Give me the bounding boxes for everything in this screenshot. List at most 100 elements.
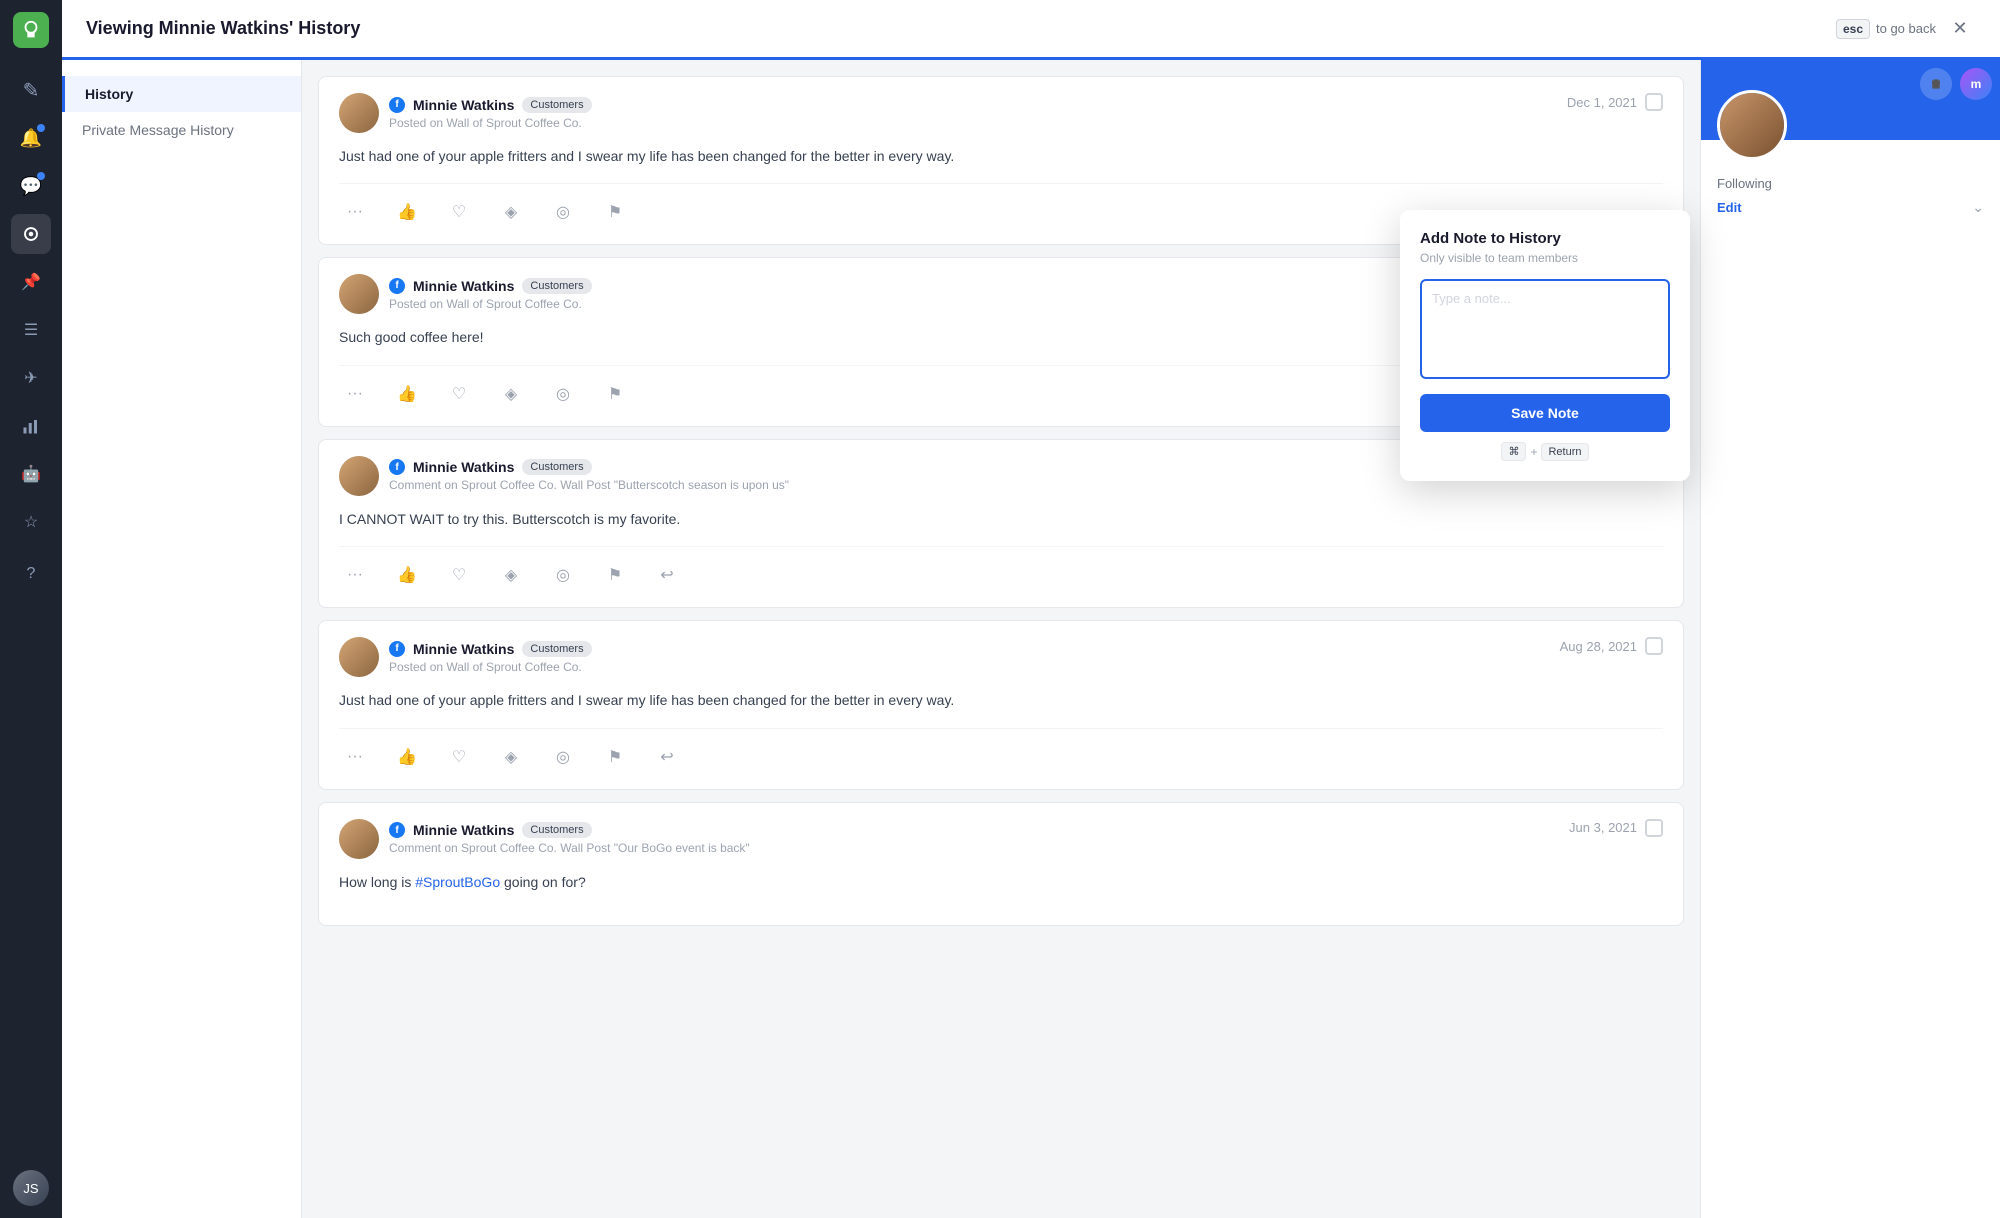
post-author: Minnie Watkins: [413, 278, 514, 294]
tag-button[interactable]: ◈: [495, 196, 527, 228]
post-author: Minnie Watkins: [413, 822, 514, 838]
reply-button[interactable]: ↩: [651, 559, 683, 591]
page-title: Viewing Minnie Watkins' History: [86, 18, 360, 39]
sidebar-item-bot[interactable]: 🤖: [11, 454, 51, 494]
note-textarea[interactable]: [1420, 279, 1670, 379]
check-button[interactable]: ◎: [547, 741, 579, 773]
nav-item-private-message-history[interactable]: Private Message History: [62, 112, 301, 148]
post-body: Just had one of your apple fritters and …: [339, 689, 1663, 711]
sidebar-bottom: JS: [13, 1170, 49, 1206]
sidebar-item-star[interactable]: ☆: [11, 502, 51, 542]
post-avatar: [339, 93, 379, 133]
close-button[interactable]: ✕: [1944, 13, 1976, 45]
tag-button[interactable]: ◈: [495, 378, 527, 410]
like-button[interactable]: 👍: [391, 378, 423, 410]
sidebar-item-send[interactable]: ✈: [11, 358, 51, 398]
post-location: Comment on Sprout Coffee Co. Wall Post "…: [389, 841, 750, 855]
post-checkbox[interactable]: [1645, 93, 1663, 111]
post-meta: f Minnie Watkins Customers Posted on Wal…: [389, 278, 592, 311]
user-avatar[interactable]: JS: [13, 1170, 49, 1206]
post-avatar: [339, 456, 379, 496]
post-date: Aug 28, 2021: [1560, 639, 1637, 654]
analytics-icon: [22, 417, 40, 435]
more-button[interactable]: ···: [339, 196, 371, 228]
post-date: Jun 3, 2021: [1569, 820, 1637, 835]
like-button[interactable]: 👍: [391, 741, 423, 773]
profile-following: Following: [1717, 176, 1984, 191]
facebook-icon: f: [389, 97, 405, 113]
sidebar-item-pin[interactable]: 📌: [11, 262, 51, 302]
post-author: Minnie Watkins: [413, 641, 514, 657]
post-checkbox[interactable]: [1645, 637, 1663, 655]
hashtag-link[interactable]: #SproutBoGo: [415, 874, 500, 890]
flag-button[interactable]: ⚑: [599, 378, 631, 410]
messenger-button[interactable]: m: [1960, 68, 1992, 100]
right-panel: m Following Edit ⌄: [1700, 60, 2000, 1218]
heart-button[interactable]: ♡: [443, 559, 475, 591]
reply-button[interactable]: ↩: [651, 741, 683, 773]
post-checkbox[interactable]: [1645, 819, 1663, 837]
topbar: Viewing Minnie Watkins' History esc to g…: [62, 0, 2000, 60]
sidebar-item-analytics[interactable]: [11, 406, 51, 446]
popup-title: Add Note to History: [1420, 230, 1670, 247]
chevron-down-icon[interactable]: ⌄: [1972, 199, 1984, 216]
post-date-row: Dec 1, 2021: [1567, 93, 1663, 111]
left-nav: History Private Message History: [62, 60, 302, 1218]
flag-button[interactable]: ⚑: [599, 196, 631, 228]
like-button[interactable]: 👍: [391, 559, 423, 591]
more-button[interactable]: ···: [339, 378, 371, 410]
sidebar-item-notifications[interactable]: 🔔: [11, 118, 51, 158]
check-button[interactable]: ◎: [547, 378, 579, 410]
main-area: Viewing Minnie Watkins' History esc to g…: [62, 0, 2000, 1218]
app-logo[interactable]: [13, 12, 49, 48]
like-button[interactable]: 👍: [391, 196, 423, 228]
sidebar-item-inbox[interactable]: [11, 214, 51, 254]
post-card: f Minnie Watkins Customers Posted on Wal…: [318, 620, 1684, 789]
notification-badge: [37, 124, 45, 132]
post-tag: Customers: [522, 278, 591, 294]
post-author: Minnie Watkins: [413, 459, 514, 475]
delete-button[interactable]: [1920, 68, 1952, 100]
post-date: Dec 1, 2021: [1567, 95, 1637, 110]
edit-button[interactable]: Edit: [1717, 200, 1742, 215]
more-button[interactable]: ···: [339, 559, 371, 591]
go-back-text: to go back: [1876, 21, 1936, 36]
nav-item-history[interactable]: History: [62, 76, 301, 112]
heart-button[interactable]: ♡: [443, 741, 475, 773]
check-button[interactable]: ◎: [547, 196, 579, 228]
post-meta: f Minnie Watkins Customers Posted on Wal…: [389, 97, 592, 130]
popup-subtitle: Only visible to team members: [1420, 251, 1670, 265]
sidebar-item-compose[interactable]: ✎: [11, 70, 51, 110]
post-author: Minnie Watkins: [413, 97, 514, 113]
facebook-icon: f: [389, 278, 405, 294]
flag-button[interactable]: ⚑: [599, 741, 631, 773]
save-note-button[interactable]: Save Note: [1420, 394, 1670, 432]
post-date-row: Aug 28, 2021: [1560, 637, 1663, 655]
messages-badge: [37, 172, 45, 180]
profile-banner: m: [1701, 60, 2000, 140]
sprout-icon: [20, 19, 42, 41]
flag-button[interactable]: ⚑: [599, 559, 631, 591]
post-location: Comment on Sprout Coffee Co. Wall Post "…: [389, 478, 789, 492]
post-location: Posted on Wall of Sprout Coffee Co.: [389, 660, 592, 674]
cmd-key: ⌘: [1501, 442, 1526, 461]
profile-panel-actions: m: [1920, 68, 1992, 100]
tag-button[interactable]: ◈: [495, 559, 527, 591]
facebook-icon: f: [389, 822, 405, 838]
post-card: f Minnie Watkins Customers Comment on Sp…: [318, 802, 1684, 926]
inbox-icon: [22, 225, 40, 243]
post-avatar: [339, 637, 379, 677]
post-body: I CANNOT WAIT to try this. Butterscotch …: [339, 508, 1663, 530]
sidebar-item-help[interactable]: ?: [11, 554, 51, 594]
check-button[interactable]: ◎: [547, 559, 579, 591]
sidebar-item-list[interactable]: ☰: [11, 310, 51, 350]
post-body: How long is #SproutBoGo going on for?: [339, 871, 1663, 893]
heart-button[interactable]: ♡: [443, 378, 475, 410]
heart-button[interactable]: ♡: [443, 196, 475, 228]
sidebar-item-messages[interactable]: 💬: [11, 166, 51, 206]
tag-button[interactable]: ◈: [495, 741, 527, 773]
post-location: Posted on Wall of Sprout Coffee Co.: [389, 116, 592, 130]
post-tag: Customers: [522, 97, 591, 113]
more-button[interactable]: ···: [339, 741, 371, 773]
post-body: Just had one of your apple fritters and …: [339, 145, 1663, 167]
